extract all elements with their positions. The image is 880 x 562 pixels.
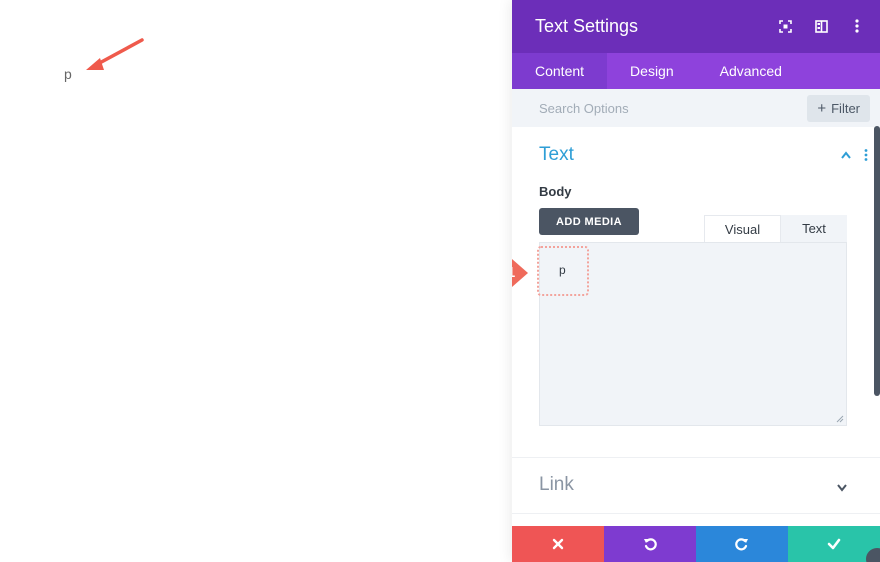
step-badge-number: 1 bbox=[512, 257, 524, 289]
close-icon bbox=[552, 538, 564, 550]
editor-tab-text[interactable]: Text bbox=[781, 215, 847, 243]
redo-button[interactable] bbox=[696, 526, 788, 562]
undo-icon bbox=[644, 538, 657, 551]
search-input[interactable] bbox=[512, 100, 772, 116]
panel-title: Text Settings bbox=[535, 16, 639, 36]
add-media-button[interactable]: ADD MEDIA bbox=[539, 208, 639, 235]
split-view-icon[interactable] bbox=[814, 18, 828, 34]
editor-tabs: Visual Text bbox=[704, 215, 847, 243]
resize-handle-icon[interactable] bbox=[836, 415, 844, 423]
undo-button[interactable] bbox=[604, 526, 696, 562]
highlight-box bbox=[537, 246, 589, 296]
more-vertical-icon[interactable] bbox=[850, 18, 864, 34]
link-section[interactable]: Link bbox=[512, 458, 880, 514]
chevron-up-icon[interactable] bbox=[840, 150, 852, 160]
settings-panel: Text Settings Content Design Advanced Se… bbox=[512, 0, 880, 562]
filter-button[interactable]: + Filter bbox=[807, 95, 870, 122]
body-label: Body bbox=[539, 184, 572, 199]
redo-icon bbox=[735, 538, 748, 551]
check-icon bbox=[827, 538, 841, 550]
annotation-arrow-icon bbox=[86, 38, 144, 70]
chevron-down-icon[interactable] bbox=[836, 482, 848, 492]
tab-advanced[interactable]: Advanced bbox=[697, 53, 805, 89]
text-section-title[interactable]: Text bbox=[539, 144, 574, 166]
section-more-icon[interactable] bbox=[864, 149, 868, 161]
search-bar: + Filter bbox=[512, 89, 880, 127]
editor-tab-visual[interactable]: Visual bbox=[704, 215, 781, 243]
settings-tabs: Content Design Advanced bbox=[512, 53, 880, 89]
text-section: Text Body ADD MEDIA Visual Text p 1 bbox=[512, 127, 880, 458]
filter-label: Filter bbox=[831, 101, 860, 116]
preview-text[interactable]: p bbox=[64, 66, 72, 82]
cancel-button[interactable] bbox=[512, 526, 604, 562]
link-section-title[interactable]: Link bbox=[539, 474, 574, 496]
link-section-controls bbox=[836, 482, 848, 492]
tab-content[interactable]: Content bbox=[512, 53, 608, 89]
panel-scrollbar[interactable] bbox=[874, 126, 880, 396]
header-icons bbox=[778, 18, 864, 34]
plus-icon: + bbox=[817, 100, 827, 117]
canvas: p Text Settings Content Design Advanced … bbox=[0, 0, 880, 562]
tab-design[interactable]: Design bbox=[607, 53, 697, 89]
action-bar bbox=[512, 526, 880, 562]
panel-header: Text Settings bbox=[512, 0, 880, 53]
expand-icon[interactable] bbox=[778, 18, 792, 34]
text-section-controls bbox=[840, 149, 868, 161]
